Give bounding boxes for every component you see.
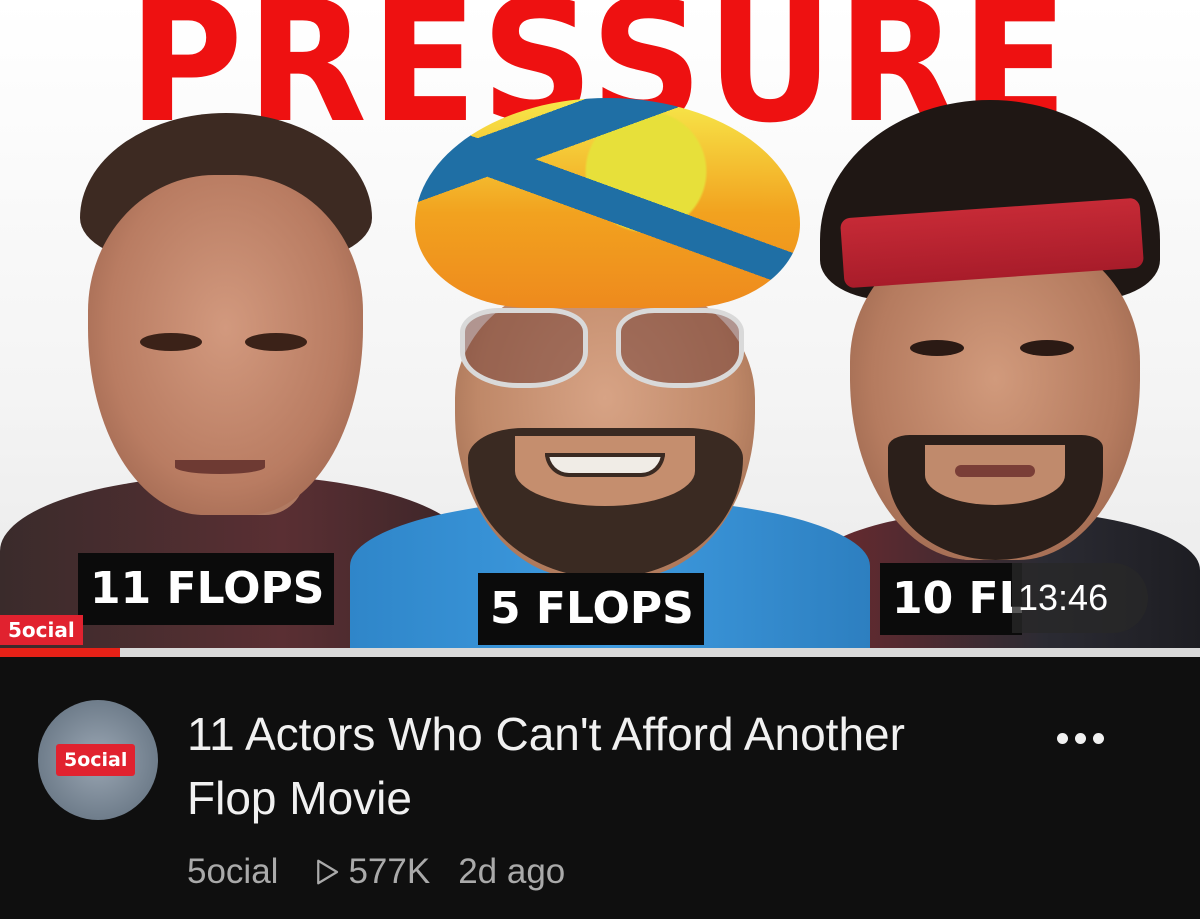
channel-avatar[interactable]: 5ocial bbox=[38, 700, 158, 820]
video-metadata: 5ocial 577K 2d ago bbox=[187, 850, 565, 894]
avatar-logo: 5ocial bbox=[56, 744, 136, 776]
upload-age: 2d ago bbox=[458, 852, 566, 891]
watch-progress-bar bbox=[0, 648, 1200, 657]
thumbnail-channel-watermark: 5ocial bbox=[0, 615, 83, 645]
thumbnail-label-left: 11 FLOPS bbox=[78, 553, 335, 625]
thumbnail-label-right: 10 FLOPS bbox=[880, 563, 1022, 635]
video-thumbnail[interactable]: PRESSURE 11 FLOPS 5 FLOPS 10 FL 13:46 5o… bbox=[0, 0, 1200, 657]
video-title[interactable]: 11 Actors Who Can't Afford Another Flop … bbox=[187, 702, 967, 830]
watch-progress-fill bbox=[0, 648, 120, 657]
sunglasses bbox=[460, 308, 750, 388]
play-outline-icon bbox=[317, 859, 339, 885]
more-vert-icon bbox=[1056, 732, 1068, 744]
turban bbox=[415, 98, 800, 308]
more-options-button[interactable] bbox=[1040, 718, 1120, 758]
video-card[interactable]: PRESSURE 11 FLOPS 5 FLOPS 10 FL 13:46 5o… bbox=[0, 0, 1200, 919]
duration-badge: 13:46 bbox=[1012, 563, 1149, 633]
thumbnail-label-middle: 5 FLOPS bbox=[478, 573, 704, 645]
view-count: 577K bbox=[312, 850, 430, 894]
view-count-value: 577K bbox=[348, 852, 431, 891]
channel-name[interactable]: 5ocial bbox=[187, 850, 278, 894]
